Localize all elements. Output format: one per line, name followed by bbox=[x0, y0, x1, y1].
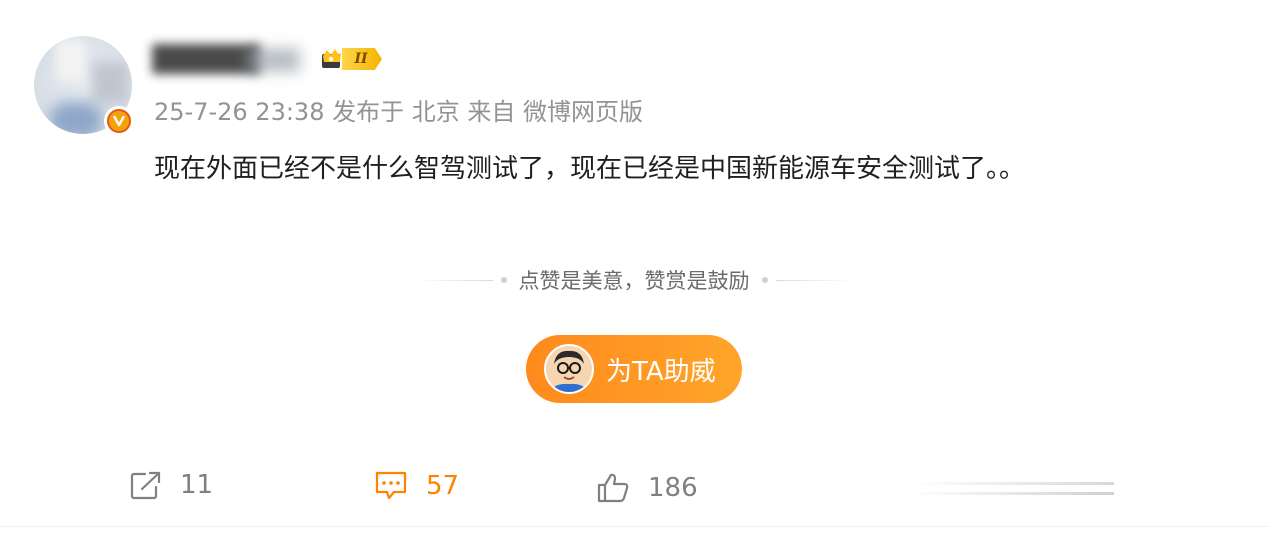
author-name-redacted[interactable] bbox=[152, 44, 302, 78]
cheer-button[interactable]: 为TA助威 bbox=[526, 335, 742, 403]
comment-button[interactable]: 57 bbox=[374, 470, 459, 502]
like-count: 186 bbox=[648, 473, 698, 503]
post-body-text: 现在外面已经不是什么智驾测试了，现在已经是中国新能源车安全测试了。。 bbox=[154, 154, 1026, 184]
vip-badge[interactable]: II bbox=[318, 45, 390, 73]
share-icon bbox=[130, 470, 162, 500]
comment-icon bbox=[374, 470, 408, 502]
cartoon-avatar-icon bbox=[544, 344, 594, 394]
bottom-divider bbox=[0, 526, 1268, 527]
vip-crown-icon bbox=[318, 45, 346, 73]
vip-level: II bbox=[342, 48, 382, 70]
verified-badge-icon bbox=[104, 106, 134, 136]
divider-left bbox=[414, 279, 493, 281]
post-meta: 25-7-26 23:38 发布于 北京 来自 微博网页版 bbox=[154, 98, 643, 126]
divider-right bbox=[775, 279, 854, 281]
divider-dot-right bbox=[761, 277, 768, 283]
like-icon bbox=[596, 472, 630, 504]
reward-slogan-row: 点赞是美意，赞赏是鼓励 bbox=[414, 266, 854, 294]
comment-count: 57 bbox=[426, 471, 460, 501]
cheer-button-label: 为TA助威 bbox=[606, 356, 716, 387]
reward-slogan: 点赞是美意，赞赏是鼓励 bbox=[518, 269, 750, 293]
divider-dot-left bbox=[500, 277, 507, 283]
share-button[interactable]: 11 bbox=[130, 470, 213, 500]
share-count: 11 bbox=[180, 470, 214, 500]
like-button[interactable]: 186 bbox=[596, 472, 698, 504]
faded-placeholder bbox=[910, 480, 1114, 502]
